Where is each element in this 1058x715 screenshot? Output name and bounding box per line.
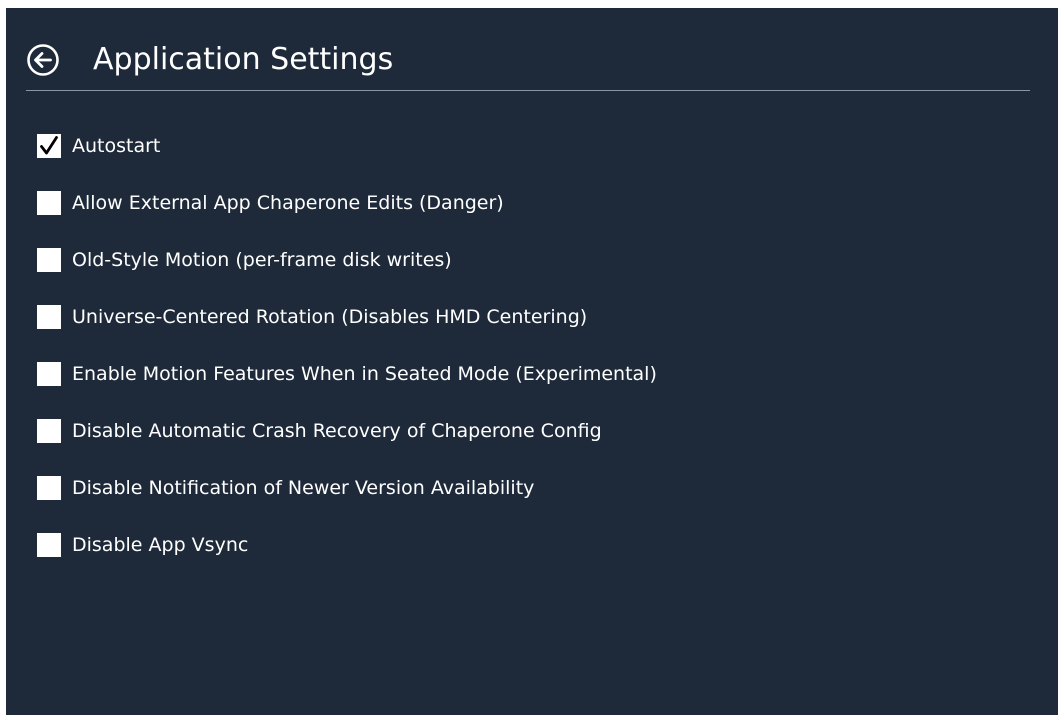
back-button[interactable] bbox=[26, 43, 60, 77]
settings-panel: Application Settings Autostart Allow Ext… bbox=[6, 8, 1058, 715]
option-universe-centered-rotation[interactable]: Universe-Centered Rotation (Disables HMD… bbox=[37, 288, 657, 345]
checkmark-icon bbox=[40, 135, 58, 154]
option-old-style-motion[interactable]: Old-Style Motion (per-frame disk writes) bbox=[37, 231, 657, 288]
old-style-motion-checkbox[interactable] bbox=[37, 247, 61, 272]
option-label: Disable Notification of Newer Version Av… bbox=[72, 476, 535, 499]
option-label: Old-Style Motion (per-frame disk writes) bbox=[72, 248, 452, 271]
option-enable-motion-features-seated[interactable]: Enable Motion Features When in Seated Mo… bbox=[37, 345, 657, 402]
circle-arrow-left-icon[interactable] bbox=[26, 43, 60, 77]
option-label: Autostart bbox=[72, 134, 161, 157]
autostart-checkbox[interactable] bbox=[37, 133, 61, 158]
option-disable-app-vsync[interactable]: Disable App Vsync bbox=[37, 516, 657, 573]
option-autostart[interactable]: Autostart bbox=[37, 117, 657, 174]
option-label: Disable App Vsync bbox=[72, 533, 249, 556]
header-divider bbox=[26, 90, 1030, 91]
option-label: Allow External App Chaperone Edits (Dang… bbox=[72, 191, 504, 214]
disable-app-vsync-checkbox[interactable] bbox=[37, 532, 61, 557]
option-disable-crash-recovery[interactable]: Disable Automatic Crash Recovery of Chap… bbox=[37, 402, 657, 459]
settings-option-list: Autostart Allow External App Chaperone E… bbox=[37, 117, 657, 573]
header: Application Settings bbox=[26, 34, 393, 86]
option-label: Disable Automatic Crash Recovery of Chap… bbox=[72, 419, 602, 442]
disable-version-notification-checkbox[interactable] bbox=[37, 475, 61, 500]
enable-motion-features-seated-checkbox[interactable] bbox=[37, 361, 61, 386]
option-label: Enable Motion Features When in Seated Mo… bbox=[72, 362, 657, 385]
option-label: Universe-Centered Rotation (Disables HMD… bbox=[72, 305, 588, 328]
allow-external-app-chaperone-edits-checkbox[interactable] bbox=[37, 190, 61, 215]
option-allow-external-app-chaperone-edits[interactable]: Allow External App Chaperone Edits (Dang… bbox=[37, 174, 657, 231]
disable-crash-recovery-checkbox[interactable] bbox=[37, 418, 61, 443]
option-disable-version-notification[interactable]: Disable Notification of Newer Version Av… bbox=[37, 459, 657, 516]
universe-centered-rotation-checkbox[interactable] bbox=[37, 304, 61, 329]
page-title: Application Settings bbox=[93, 42, 394, 77]
